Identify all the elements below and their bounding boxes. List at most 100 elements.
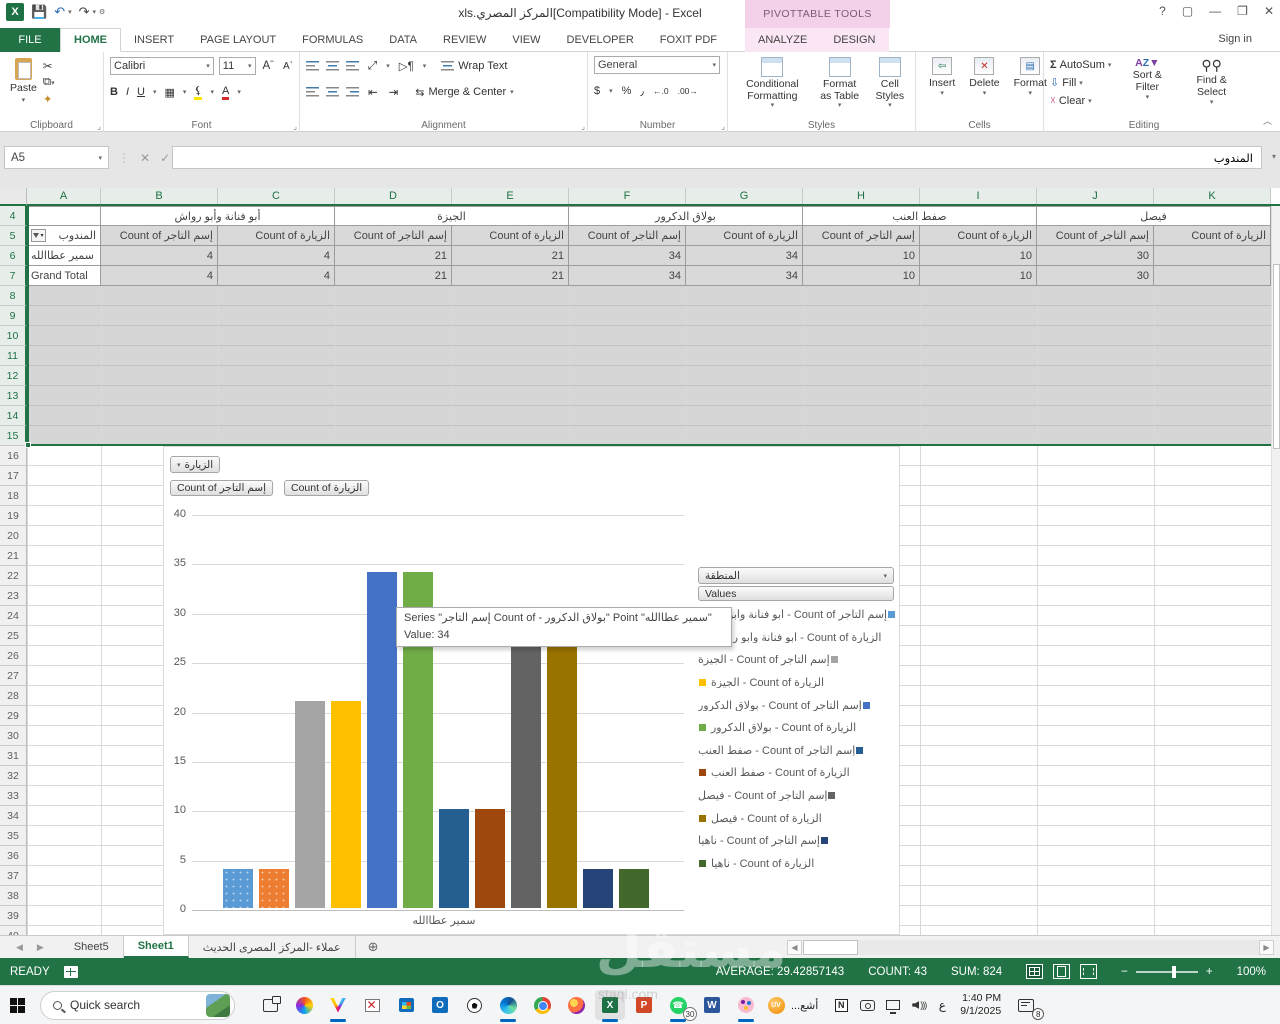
- row-header-35[interactable]: 35: [0, 826, 27, 846]
- insert-cells-button[interactable]: ⇦ Insert▾: [922, 56, 962, 118]
- tab-file[interactable]: FILE: [0, 28, 60, 52]
- row-header-32[interactable]: 32: [0, 766, 27, 786]
- copy-icon[interactable]: ⧉▾: [41, 76, 57, 89]
- network-tray-icon[interactable]: [880, 988, 906, 1022]
- word-app[interactable]: W: [695, 988, 729, 1022]
- row-header-13[interactable]: 13: [0, 386, 27, 406]
- pivot-value-cell[interactable]: [1154, 266, 1271, 286]
- row-header-38[interactable]: 38: [0, 886, 27, 906]
- chart-bar[interactable]: [259, 869, 289, 909]
- pivot-measure-header[interactable]: Count of إسم التاجر: [335, 226, 452, 246]
- paste-button[interactable]: Paste▾: [6, 56, 41, 106]
- sheet-nav-arrows[interactable]: ◀▶: [0, 936, 60, 958]
- undo-icon[interactable]: ↶: [54, 4, 65, 20]
- qat-customize-icon[interactable]: ⚙: [99, 8, 105, 16]
- chart-bar[interactable]: [511, 612, 541, 908]
- align-right-button[interactable]: [346, 87, 359, 97]
- row-header-21[interactable]: 21: [0, 546, 27, 566]
- accounting-format-button[interactable]: $: [594, 85, 600, 97]
- row-header-16[interactable]: 16: [0, 446, 27, 466]
- normal-view-button[interactable]: [1026, 964, 1043, 979]
- chart-filter-button[interactable]: ▾الزيارة: [170, 456, 220, 473]
- autosum-button[interactable]: ΣAutoSum▾: [1050, 56, 1111, 73]
- pivot-region-header[interactable]: أبو فنانة وأبو رواش: [101, 206, 335, 226]
- pivot-measure-header[interactable]: Count of إسم التاجر: [569, 226, 686, 246]
- fill-color-button[interactable]: ⚸: [194, 84, 202, 100]
- cut-icon[interactable]: ✂: [41, 59, 57, 73]
- row-header-8[interactable]: 8: [0, 286, 27, 306]
- sort-filter-button[interactable]: AZ▼ Sort & Filter▾: [1121, 56, 1173, 109]
- legend-item[interactable]: بولاق الدكرور - Count of إسم التاجر: [698, 699, 898, 711]
- row-header-10[interactable]: 10: [0, 326, 27, 346]
- wrap-text-button[interactable]: Wrap Text: [441, 60, 507, 72]
- dictionary-app[interactable]: [355, 988, 389, 1022]
- pivot-value-cell[interactable]: 21: [452, 266, 569, 286]
- collapse-ribbon-icon[interactable]: ︿: [1263, 114, 1272, 127]
- clipboard-dialog-launcher[interactable]: ⌟: [97, 122, 101, 131]
- pivot-measure-header[interactable]: Count of إسم التاجر: [101, 226, 218, 246]
- find-select-button[interactable]: ⚲⚲ Find & Select▾: [1183, 56, 1240, 109]
- zoom-level[interactable]: 100%: [1237, 966, 1266, 978]
- row-header-5[interactable]: 5: [0, 226, 27, 246]
- row-header-14[interactable]: 14: [0, 406, 27, 426]
- pivot-region-header[interactable]: بولاق الدكرور: [569, 206, 803, 226]
- chrome-app[interactable]: [525, 988, 559, 1022]
- chart-bar[interactable]: [439, 809, 469, 908]
- align-left-button[interactable]: [306, 87, 319, 97]
- row-header-17[interactable]: 17: [0, 466, 27, 486]
- outlook-app[interactable]: O: [423, 988, 457, 1022]
- pivot-value-cell[interactable]: 4: [101, 266, 218, 286]
- select-all-corner[interactable]: [0, 188, 27, 206]
- pivot-chart[interactable]: ▾الزيارة Count of إسم التاجر Count of ال…: [163, 446, 900, 935]
- merge-center-button[interactable]: ⇆Merge & Center▾: [415, 86, 513, 99]
- legend-item[interactable]: صفط العنب - Count of الزيارة: [698, 767, 898, 779]
- comma-button[interactable]: ٫: [640, 85, 644, 98]
- chart-values-field-button-1[interactable]: Count of إسم التاجر: [170, 480, 273, 496]
- row-header-39[interactable]: 39: [0, 906, 27, 926]
- taskbar-clock[interactable]: 1:40 PM 9/1/2025: [960, 992, 1001, 1018]
- pivot-measure-header[interactable]: Count of الزيارة: [1154, 226, 1271, 246]
- tab-developer[interactable]: DEVELOPER: [554, 28, 647, 52]
- top-align-button[interactable]: [306, 61, 319, 71]
- row-header-37[interactable]: 37: [0, 866, 27, 886]
- store-app[interactable]: [389, 988, 423, 1022]
- legend-item[interactable]: الجيزة - Count of الزيارة: [698, 677, 898, 689]
- tab-review[interactable]: REVIEW: [430, 28, 499, 52]
- zoom-in-button[interactable]: +: [1206, 966, 1213, 978]
- format-as-table-button[interactable]: Format as Table▾: [811, 56, 869, 118]
- row-header-30[interactable]: 30: [0, 726, 27, 746]
- zoom-slider-thumb[interactable]: [1172, 966, 1176, 978]
- save-icon[interactable]: 💾: [31, 4, 47, 20]
- decrease-indent-button[interactable]: ⇤: [366, 85, 380, 99]
- macro-record-icon[interactable]: [64, 966, 78, 978]
- sheet-tab-عملاء -المركز المصرى الحديث[interactable]: عملاء -المركز المصرى الحديث: [189, 936, 356, 958]
- whatsapp-app[interactable]: ☎30: [661, 988, 695, 1022]
- row-header-12[interactable]: 12: [0, 366, 27, 386]
- tab-page-layout[interactable]: PAGE LAYOUT: [187, 28, 289, 52]
- v-app[interactable]: [321, 988, 355, 1022]
- formula-input[interactable]: المندوب: [172, 146, 1262, 169]
- pivot-value-cell[interactable]: 30: [1037, 266, 1154, 286]
- pivot-value-cell[interactable]: 30: [1037, 246, 1154, 266]
- chart-bar[interactable]: [295, 701, 325, 908]
- uv-app[interactable]: UV: [763, 988, 789, 1022]
- screen-record-tray-icon[interactable]: [854, 988, 880, 1022]
- row-header-27[interactable]: 27: [0, 666, 27, 686]
- underline-button[interactable]: U: [137, 86, 145, 98]
- legend-item[interactable]: فيصل - Count of إسم التاجر: [698, 790, 898, 802]
- row-header-34[interactable]: 34: [0, 806, 27, 826]
- zoom-slider[interactable]: [1136, 971, 1198, 973]
- chart-bar[interactable]: [583, 869, 613, 909]
- enter-icon[interactable]: ✓: [160, 151, 170, 165]
- increase-indent-button[interactable]: ⇥: [387, 85, 401, 99]
- pivot-value-cell[interactable]: 4: [101, 246, 218, 266]
- format-painter-icon[interactable]: ✦: [41, 92, 57, 106]
- minimize-button[interactable]: —: [1209, 4, 1221, 18]
- taskbar-search[interactable]: Quick search: [40, 991, 235, 1020]
- chart-axis-field-button[interactable]: المنطقة▾: [698, 567, 894, 584]
- tab-design[interactable]: DESIGN: [820, 28, 888, 52]
- row-header-33[interactable]: 33: [0, 786, 27, 806]
- row-header-23[interactable]: 23: [0, 586, 27, 606]
- row-header-19[interactable]: 19: [0, 506, 27, 526]
- sheet-tab-Sheet1[interactable]: Sheet1: [124, 936, 189, 958]
